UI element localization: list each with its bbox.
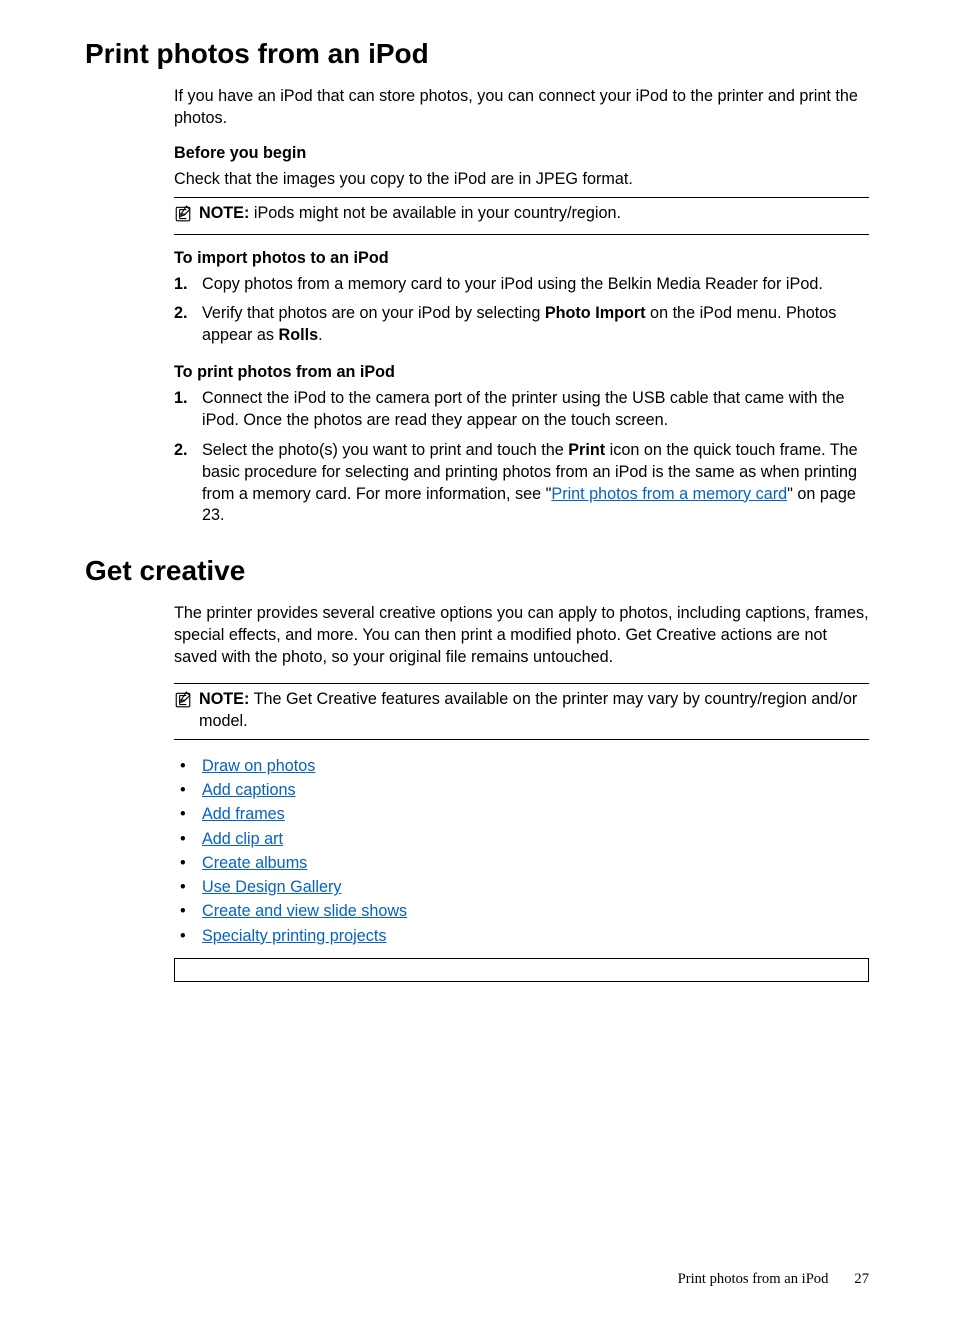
toc-list: Draw on photos Add captions Add frames A…: [174, 754, 869, 948]
toc-item-create-albums: Create albums: [174, 851, 869, 875]
print-step-2: Select the photo(s) you want to print an…: [174, 440, 869, 527]
before-you-begin-text: Check that the images you copy to the iP…: [174, 169, 869, 191]
toc-link-add-frames[interactable]: Add frames: [202, 805, 285, 823]
section-get-creative: The printer provides several creative op…: [174, 603, 869, 982]
note-icon: [174, 689, 192, 714]
footer-page-number: 27: [854, 1271, 869, 1288]
toc-item-add-frames: Add frames: [174, 802, 869, 826]
section-ipod: If you have an iPod that can store photo…: [174, 86, 869, 527]
toc-item-add-clip-art: Add clip art: [174, 827, 869, 851]
subhead-print-photos: To print photos from an iPod: [174, 363, 869, 382]
note-block-1: NOTE: iPods might not be available in yo…: [174, 197, 869, 235]
footer-section-title: Print photos from an iPod: [678, 1271, 829, 1288]
toc-item-specialty-printing: Specialty printing projects: [174, 924, 869, 948]
subhead-before-you-begin: Before you begin: [174, 144, 869, 163]
intro-paragraph-2: The printer provides several creative op…: [174, 603, 869, 669]
note-icon: [174, 203, 192, 228]
import-step-1: Copy photos from a memory card to your i…: [174, 274, 869, 296]
import-step-2: Verify that photos are on your iPod by s…: [174, 303, 869, 347]
note-block-2: NOTE: The Get Creative features availabl…: [174, 683, 869, 740]
page-footer: Print photos from an iPod 27: [0, 1271, 954, 1322]
print-step-1: Connect the iPod to the camera port of t…: [174, 388, 869, 432]
toc-link-draw-on-photos[interactable]: Draw on photos: [202, 757, 315, 775]
list-import-steps: Copy photos from a memory card to your i…: [174, 274, 869, 348]
toc-item-add-captions: Add captions: [174, 778, 869, 802]
note-1-text: NOTE: iPods might not be available in yo…: [199, 203, 621, 225]
link-print-photos-from-memory-card[interactable]: Print photos from a memory card: [551, 485, 787, 503]
toc-link-create-slide-shows[interactable]: Create and view slide shows: [202, 902, 407, 920]
toc-link-specialty-printing[interactable]: Specialty printing projects: [202, 927, 386, 945]
empty-box: [174, 958, 869, 982]
toc-link-create-albums[interactable]: Create albums: [202, 854, 307, 872]
toc-item-use-design-gallery: Use Design Gallery: [174, 875, 869, 899]
heading-get-creative: Get creative: [85, 555, 869, 587]
toc-item-create-slide-shows: Create and view slide shows: [174, 899, 869, 923]
heading-print-from-ipod: Print photos from an iPod: [85, 38, 869, 70]
intro-paragraph-1: If you have an iPod that can store photo…: [174, 86, 869, 130]
note-2-text: NOTE: The Get Creative features availabl…: [199, 689, 869, 733]
list-print-steps: Connect the iPod to the camera port of t…: [174, 388, 869, 527]
toc-link-add-clip-art[interactable]: Add clip art: [202, 830, 283, 848]
toc-link-add-captions[interactable]: Add captions: [202, 781, 296, 799]
toc-item-draw-on-photos: Draw on photos: [174, 754, 869, 778]
subhead-import-photos: To import photos to an iPod: [174, 249, 869, 268]
toc-link-use-design-gallery[interactable]: Use Design Gallery: [202, 878, 341, 896]
page-content: Print photos from an iPod If you have an…: [0, 0, 954, 1010]
